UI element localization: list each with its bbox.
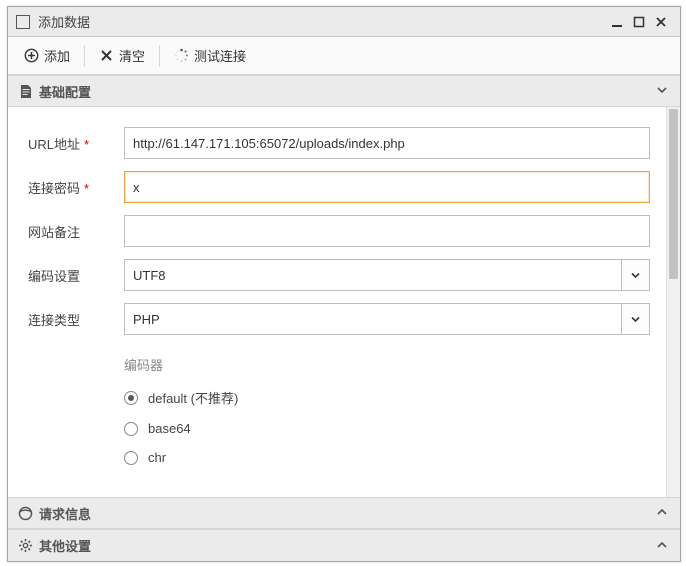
clear-label: 清空 (119, 46, 145, 65)
encoder-option-base64[interactable]: base64 (124, 421, 650, 436)
window-icon (16, 15, 30, 29)
encoding-select[interactable]: UTF8 (124, 259, 650, 291)
row-password: 连接密码* (24, 171, 650, 203)
chevron-up-icon (656, 506, 670, 520)
section-basic-body: URL地址* 连接密码* 网站备注 (8, 107, 680, 497)
section-other-header[interactable]: 其他设置 (8, 529, 680, 561)
close-icon (655, 16, 667, 28)
toolbar-separator (84, 45, 85, 67)
conn-type-value: PHP (125, 312, 621, 327)
dialog-window: 添加数据 添加 清空 测试连接 (7, 6, 681, 562)
url-label: URL地址* (24, 134, 124, 153)
conn-type-dropdown-button[interactable] (621, 304, 649, 334)
test-connection-button[interactable]: 测试连接 (164, 41, 256, 70)
body-area: 基础配置 URL地址* 连接密码* (8, 75, 680, 561)
conn-type-label: 连接类型 (24, 310, 124, 329)
clear-button[interactable]: 清空 (89, 41, 155, 70)
test-label: 测试连接 (194, 46, 246, 65)
row-conn-type: 连接类型 PHP (24, 303, 650, 335)
encoder-option-default[interactable]: default (不推荐) (124, 388, 650, 407)
password-label: 连接密码* (24, 178, 124, 197)
encoder-base64-label: base64 (148, 421, 191, 436)
row-encoder: 编码器 default (不推荐) base64 chr (24, 347, 650, 479)
add-label: 添加 (44, 46, 70, 65)
scrollbar[interactable] (666, 107, 680, 497)
radio-icon (124, 451, 138, 465)
url-input[interactable] (124, 127, 650, 159)
scrollbar-thumb[interactable] (669, 109, 678, 279)
encoding-label: 编码设置 (24, 266, 124, 285)
conn-type-select[interactable]: PHP (124, 303, 650, 335)
toolbar-separator (159, 45, 160, 67)
maximize-icon (633, 16, 645, 28)
window-title: 添加数据 (38, 12, 606, 31)
encoder-option-chr[interactable]: chr (124, 450, 650, 465)
gear-icon (18, 538, 33, 553)
row-encoding: 编码设置 UTF8 (24, 259, 650, 291)
encoding-value: UTF8 (125, 268, 621, 283)
chevron-down-icon (630, 314, 641, 325)
x-icon (99, 48, 114, 63)
browser-icon (18, 506, 33, 521)
chevron-down-icon (656, 84, 670, 98)
maximize-button[interactable] (628, 11, 650, 33)
chevron-up-icon (656, 539, 670, 553)
radio-icon (124, 422, 138, 436)
toolbar: 添加 清空 测试连接 (8, 37, 680, 75)
minimize-icon (611, 16, 623, 28)
plus-circle-icon (24, 48, 39, 63)
notes-input[interactable] (124, 215, 650, 247)
section-other-title: 其他设置 (39, 536, 656, 555)
encoder-label: 编码器 (124, 355, 650, 374)
row-notes: 网站备注 (24, 215, 650, 247)
required-mark: * (84, 137, 89, 152)
minimize-button[interactable] (606, 11, 628, 33)
encoder-default-label: default (不推荐) (148, 388, 238, 407)
notes-label: 网站备注 (24, 222, 124, 241)
form-scroll-area: URL地址* 连接密码* 网站备注 (8, 107, 666, 497)
radio-icon (124, 391, 138, 405)
section-basic-header[interactable]: 基础配置 (8, 75, 680, 107)
title-bar: 添加数据 (8, 7, 680, 37)
add-button[interactable]: 添加 (14, 41, 80, 70)
section-request-title: 请求信息 (39, 504, 656, 523)
encoding-dropdown-button[interactable] (621, 260, 649, 290)
password-input[interactable] (124, 171, 650, 203)
encoder-chr-label: chr (148, 450, 166, 465)
section-basic-title: 基础配置 (39, 82, 656, 101)
spinner-icon (174, 48, 189, 63)
row-url: URL地址* (24, 127, 650, 159)
file-icon (18, 84, 33, 99)
required-mark: * (84, 181, 89, 196)
chevron-down-icon (630, 270, 641, 281)
close-button[interactable] (650, 11, 672, 33)
section-request-header[interactable]: 请求信息 (8, 497, 680, 529)
